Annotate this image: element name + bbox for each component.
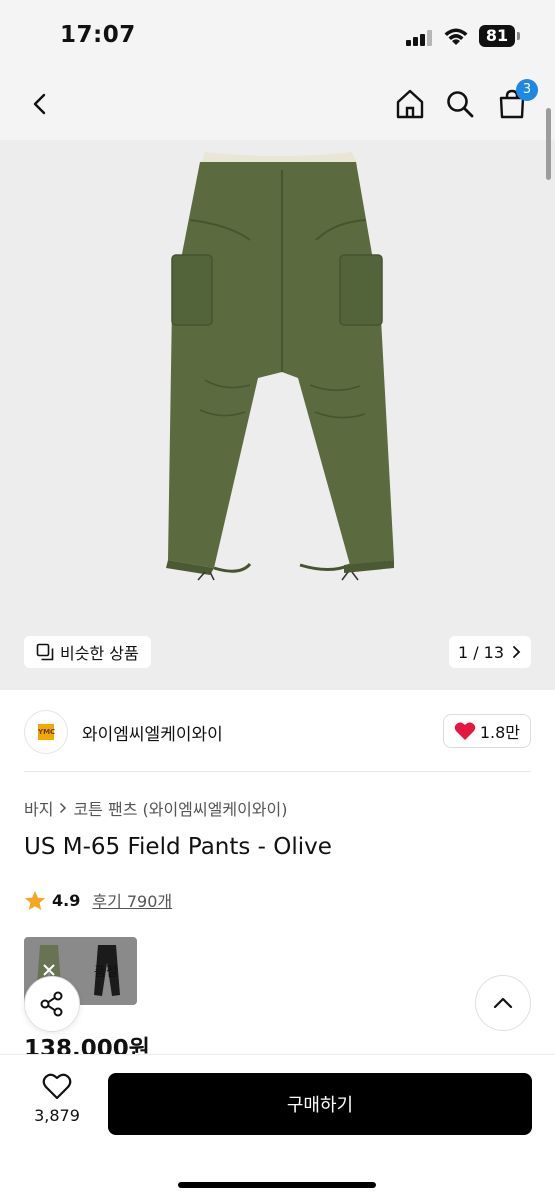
search-icon[interactable] [440,84,480,124]
rating-value: 4.9 [52,890,81,910]
rating-row: 4.9 후기 790개 [24,888,172,912]
breadcrumb-subcategory[interactable]: 코튼 팬츠 (와이엠씨엘케이와이) [73,796,287,820]
image-pager[interactable]: 1 / 13 [449,636,531,668]
heart-icon [454,722,476,740]
brand-like-button[interactable]: 1.8만 [442,714,531,748]
pants-illustration [166,152,394,581]
chevron-up-icon [493,997,513,1009]
star-icon [25,890,45,910]
brand-logo-mark: YMC [38,724,55,740]
chevron-right-icon [60,802,67,814]
brand-row[interactable]: YMC 와이엠씨엘케이와이 1.8만 [24,708,531,756]
signal-icon [406,30,434,46]
similar-products-label: 비슷한 상품 [60,644,139,663]
brand-name[interactable]: 와이엠씨엘케이와이 [82,720,223,745]
nav-bar: 3 [0,70,555,140]
similar-icon [36,643,54,661]
scroll-to-top-button[interactable] [475,975,531,1031]
scrollbar[interactable] [546,108,551,180]
heart-icon [42,1073,72,1100]
wishlist-button[interactable]: 3,879 [28,1073,86,1125]
cart-count-badge: 3 [516,79,538,101]
share-button[interactable] [24,976,80,1032]
image-pager-text: 1 / 13 [457,642,505,662]
chevron-right-icon [513,646,521,658]
status-bar: 17:07 81 [0,0,555,70]
divider [24,771,531,772]
bag-icon[interactable]: 3 [492,79,538,124]
share-icon [40,991,63,1017]
product-image[interactable] [0,140,555,690]
breadcrumb: 바지 코튼 팬츠 (와이엠씨엘케이와이) [24,796,287,820]
home-indicator [178,1182,376,1188]
product-title: US M-65 Field Pants - Olive [24,834,332,860]
wifi-icon [442,25,470,47]
bottom-action-bar: 3,879 구매하기 [0,1054,555,1200]
soldout-label: 품절 [94,965,118,980]
status-time: 17:07 [60,22,136,48]
battery-indicator: 81 [479,25,520,47]
home-icon[interactable] [390,84,430,124]
review-link[interactable]: 후기 790개 [92,888,172,912]
back-icon[interactable] [20,84,60,124]
brand-like-count: 1.8만 [479,723,520,742]
buy-button[interactable]: 구매하기 [108,1073,532,1135]
wishlist-count: 3,879 [34,1106,80,1125]
breadcrumb-category[interactable]: 바지 [24,796,53,820]
brand-logo[interactable]: YMC [24,710,68,754]
similar-products-button[interactable]: 비슷한 상품 [24,636,151,668]
